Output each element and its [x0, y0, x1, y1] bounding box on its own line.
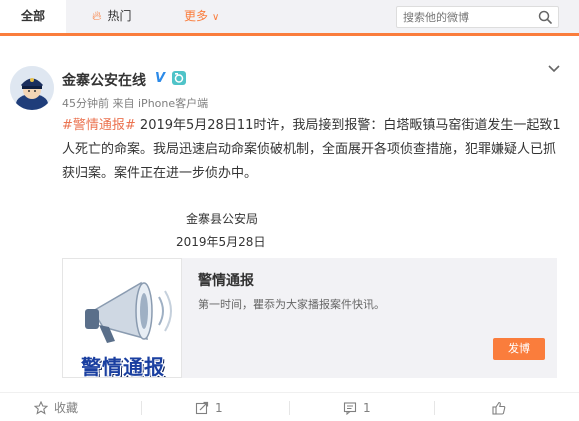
- link-card[interactable]: 警情通报 警情通报 第一时间，瞿忝为大家播报案件快讯。 发博: [62, 258, 557, 378]
- comment-count: 1: [363, 401, 371, 415]
- divider: [141, 401, 142, 415]
- search-input[interactable]: [403, 9, 533, 25]
- tab-hot[interactable]: 🔥︎ 热门: [92, 0, 132, 33]
- repost-icon: [195, 401, 209, 415]
- card-title[interactable]: 警情通报: [198, 270, 254, 290]
- tab-all[interactable]: 全部: [0, 0, 66, 33]
- tab-hot-label: 热门: [107, 9, 132, 23]
- post-weibo-button[interactable]: 发博: [493, 338, 545, 360]
- post-meta: 45分钟前 来自 iPhone客户端: [62, 95, 208, 111]
- card-thumb-text: 警情通报: [81, 355, 165, 378]
- search-icon[interactable]: [538, 10, 552, 24]
- top-nav-bar: 全部 🔥︎ 热门 更多 ∨: [0, 0, 579, 36]
- tab-more-label: 更多: [184, 9, 209, 23]
- author-name[interactable]: 金寨公安在线: [62, 70, 146, 90]
- star-icon: [34, 401, 48, 415]
- post-body: #警情通报# 2019年5月28日11时许，我局接到报警：白塔畈镇马窑街道发生一…: [62, 114, 562, 186]
- police-avatar-image: [10, 66, 54, 110]
- search-box: [396, 6, 559, 28]
- post-source[interactable]: iPhone客户端: [138, 97, 208, 110]
- action-bar: 收藏 1 1: [0, 392, 579, 421]
- signature-date: 2019年5月28日: [176, 235, 266, 249]
- member-camera-icon[interactable]: [171, 70, 187, 86]
- favorite-label: 收藏: [54, 401, 79, 415]
- tab-more[interactable]: 更多 ∨: [184, 0, 219, 33]
- thumbs-up-icon: [492, 401, 506, 415]
- post-time[interactable]: 45分钟前: [62, 97, 109, 110]
- svg-text:V: V: [155, 71, 166, 84]
- post-text: 2019年5月28日11时许，我局接到报警：白塔畈镇马窑街道发生一起致1人死亡的…: [62, 118, 561, 181]
- divider: [434, 401, 435, 415]
- hashtag-link[interactable]: #警情通报#: [62, 118, 136, 133]
- card-description: 第一时间，瞿忝为大家播报案件快讯。: [198, 298, 385, 311]
- source-prefix: 来自: [112, 97, 135, 110]
- signature-org: 金寨县公安局: [186, 212, 259, 226]
- verified-v-icon: V: [155, 71, 166, 84]
- divider: [289, 401, 290, 415]
- card-thumbnail[interactable]: 警情通报: [62, 258, 182, 378]
- flame-icon: 🔥︎: [92, 9, 102, 24]
- post-menu-chevron-down-icon[interactable]: [547, 64, 561, 74]
- avatar[interactable]: [10, 66, 54, 110]
- chevron-down-icon: ∨: [212, 12, 220, 23]
- repost-count: 1: [215, 401, 223, 415]
- comment-icon: [343, 402, 357, 415]
